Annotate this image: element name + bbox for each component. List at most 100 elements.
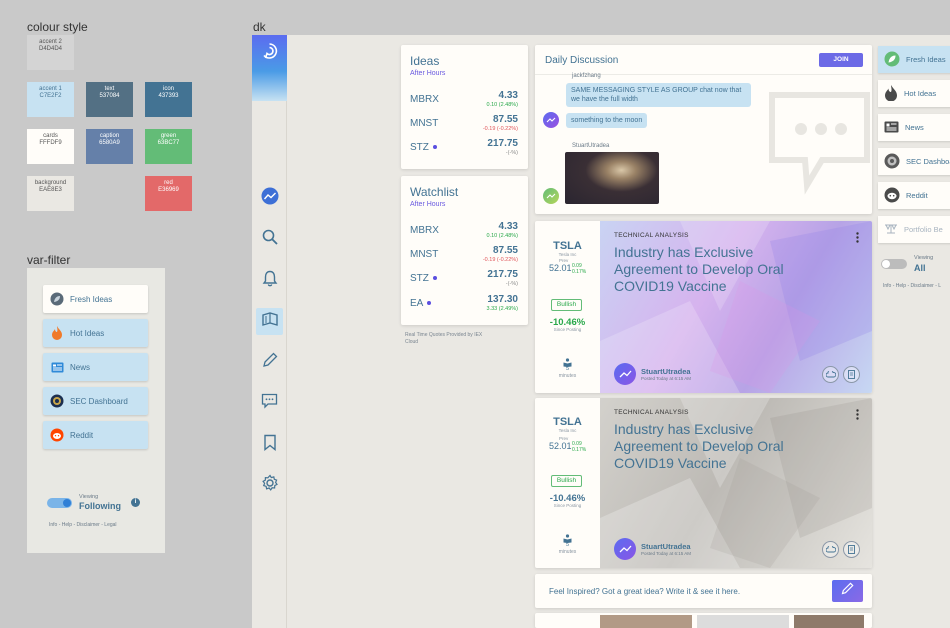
filter-news[interactable]: News [43,353,148,381]
article-button[interactable] [843,366,860,383]
quote-row[interactable]: EA 137.30 3.33 (2.49%) [410,294,518,316]
right-filter-news[interactable]: News [878,114,950,141]
quote-price: 4.33 [498,221,518,232]
leaf-icon [50,292,64,306]
more-options-icon[interactable] [856,407,859,425]
quote-symbol: MBRX [410,225,439,236]
post-card[interactable]: TSLA Tesla Inc Prev 52.01 0.09 0.17% Bull… [535,221,872,393]
filter-fresh-ideas[interactable]: Fresh Ideas [43,285,148,313]
post-ticker: TSLA [553,240,582,252]
cards-icon [261,311,279,332]
read-unit: minutes [558,549,577,555]
quote-price: 87.55 [492,114,518,125]
quote-row[interactable]: STZ 217.75 -(-%) [410,269,518,291]
post-author[interactable]: StuartUtradea Posted Today at 6:15 AM [614,363,691,385]
quote-change: -(-%) [505,281,518,287]
react-button[interactable] [822,366,839,383]
quote-price: 217.75 [487,269,518,280]
watchlist-title: Watchlist [410,185,459,199]
post-category: TECHNICAL ANALYSIS [614,232,689,239]
quote-row[interactable]: MNST 87.55 -0.19 (-0.22%) [410,245,518,267]
filter-label: SEC Dashboard [70,396,128,406]
more-options-icon[interactable] [856,230,859,248]
read-time: 5 [565,542,570,548]
quote-price: 87.55 [492,245,518,256]
prev-label: Prev [559,258,569,263]
avatar[interactable] [543,188,559,204]
sentiment-badge: Bullish [551,299,582,311]
post-company: Tesla Inc [558,428,577,433]
post-author[interactable]: StuartUtradea Posted Today at 6:15 AM [614,538,691,560]
trending-icon [261,187,279,210]
join-button[interactable]: JOIN [819,53,863,67]
footer-links[interactable]: Info - Help - Disclaimer - Legal [49,522,117,528]
avatar[interactable] [543,112,559,128]
chat-watermark-icon [767,85,872,200]
nav-notifications[interactable] [256,267,283,294]
post-card[interactable] [535,613,872,628]
thought-icon [825,366,836,384]
right-filter-sec-dashboard[interactable]: SEC Dashboard [878,148,950,175]
avatar [614,538,636,560]
post-thumbnail [794,615,864,628]
portfolio-icon [884,223,898,237]
app-logo[interactable] [252,35,287,101]
right-filter-reddit[interactable]: Reddit [878,182,950,209]
post-headline[interactable]: Industry has Exclusive Agreement to Deve… [614,244,804,295]
alert-dot [427,301,432,306]
filter-sec-dashboard[interactable]: SEC Dashboard [43,387,148,415]
bookmark-icon [263,434,277,456]
post-thumbnail [600,615,692,628]
sentiment-badge: Bullish [551,475,582,487]
nav-chat[interactable] [256,390,283,417]
nav-trending[interactable] [256,185,283,212]
info-icon[interactable]: i [131,498,140,507]
quote-row[interactable]: MBRX 4.33 0.10 (2.48%) [410,221,518,243]
right-filter-hot-ideas[interactable]: Hot Ideas [878,80,950,107]
quote-symbol: EA [410,298,432,309]
post-card[interactable]: TSLA Tesla Inc Prev 52.01 0.09 0.17% Bull… [535,398,872,568]
quote-price: 4.33 [498,90,518,101]
bell-icon [262,270,278,292]
post-quote-panel: TSLA Tesla Inc Prev 52.01 0.09 0.17% Bull… [535,221,600,393]
message-author: jackfzhang [572,73,601,79]
quote-symbol: MNST [410,118,439,129]
discussion-title: Daily Discussion [545,55,619,66]
write-idea-bar[interactable]: Feel Inspired? Got a great idea? Write i… [535,574,872,608]
pencil-icon [262,352,278,373]
article-button[interactable] [843,541,860,558]
dk-title: dk [253,20,266,34]
watchlist-card: Watchlist After Hours MBRX 4.33 0.10 (2.… [401,176,528,325]
right-viewing-toggle[interactable] [881,259,907,269]
quote-price: 137.30 [487,294,518,305]
post-time: Posted Today at 6:15 AM [641,376,691,381]
nav-cards[interactable] [256,308,283,335]
filter-hot-ideas[interactable]: Hot Ideas [43,319,148,347]
post-headline[interactable]: Industry has Exclusive Agreement to Deve… [614,421,804,472]
quote-row[interactable]: STZ 217.75 -(-%) [410,138,518,160]
quote-row[interactable]: MNST 87.55 -0.19 (-0.22%) [410,114,518,136]
post-hero-image: TECHNICAL ANALYSIS Industry has Exclusiv… [600,398,872,568]
nav-write[interactable] [256,349,283,376]
right-filter-portfolio[interactable]: Portfolio Be [878,216,950,243]
swatch-caption: caption 6580A9 [86,129,133,164]
message-author: StuartUtradea [572,143,610,149]
filter-label: SEC Dashboard [906,157,950,166]
nav-search[interactable] [256,226,283,253]
chat-message: something to the moon [566,113,648,128]
viewing-toggle[interactable] [47,498,72,508]
flame-icon [884,84,898,103]
nav-bookmarks[interactable] [256,431,283,458]
pencil-icon [841,582,854,600]
nav-settings[interactable] [256,472,283,499]
react-button[interactable] [822,541,839,558]
quote-price: 217.75 [487,138,518,149]
right-footer-links[interactable]: Info - Help - Disclaimer - L [883,283,941,289]
filter-label: Portfolio Be [904,225,943,234]
prev-label: Prev [559,436,569,441]
quote-row[interactable]: MBRX 4.33 0.10 (2.48%) [410,90,518,112]
write-idea-button[interactable] [832,580,863,602]
right-filter-fresh-ideas[interactable]: Fresh Ideas [878,46,950,73]
alert-dot [432,145,437,150]
filter-reddit[interactable]: Reddit [43,421,148,449]
